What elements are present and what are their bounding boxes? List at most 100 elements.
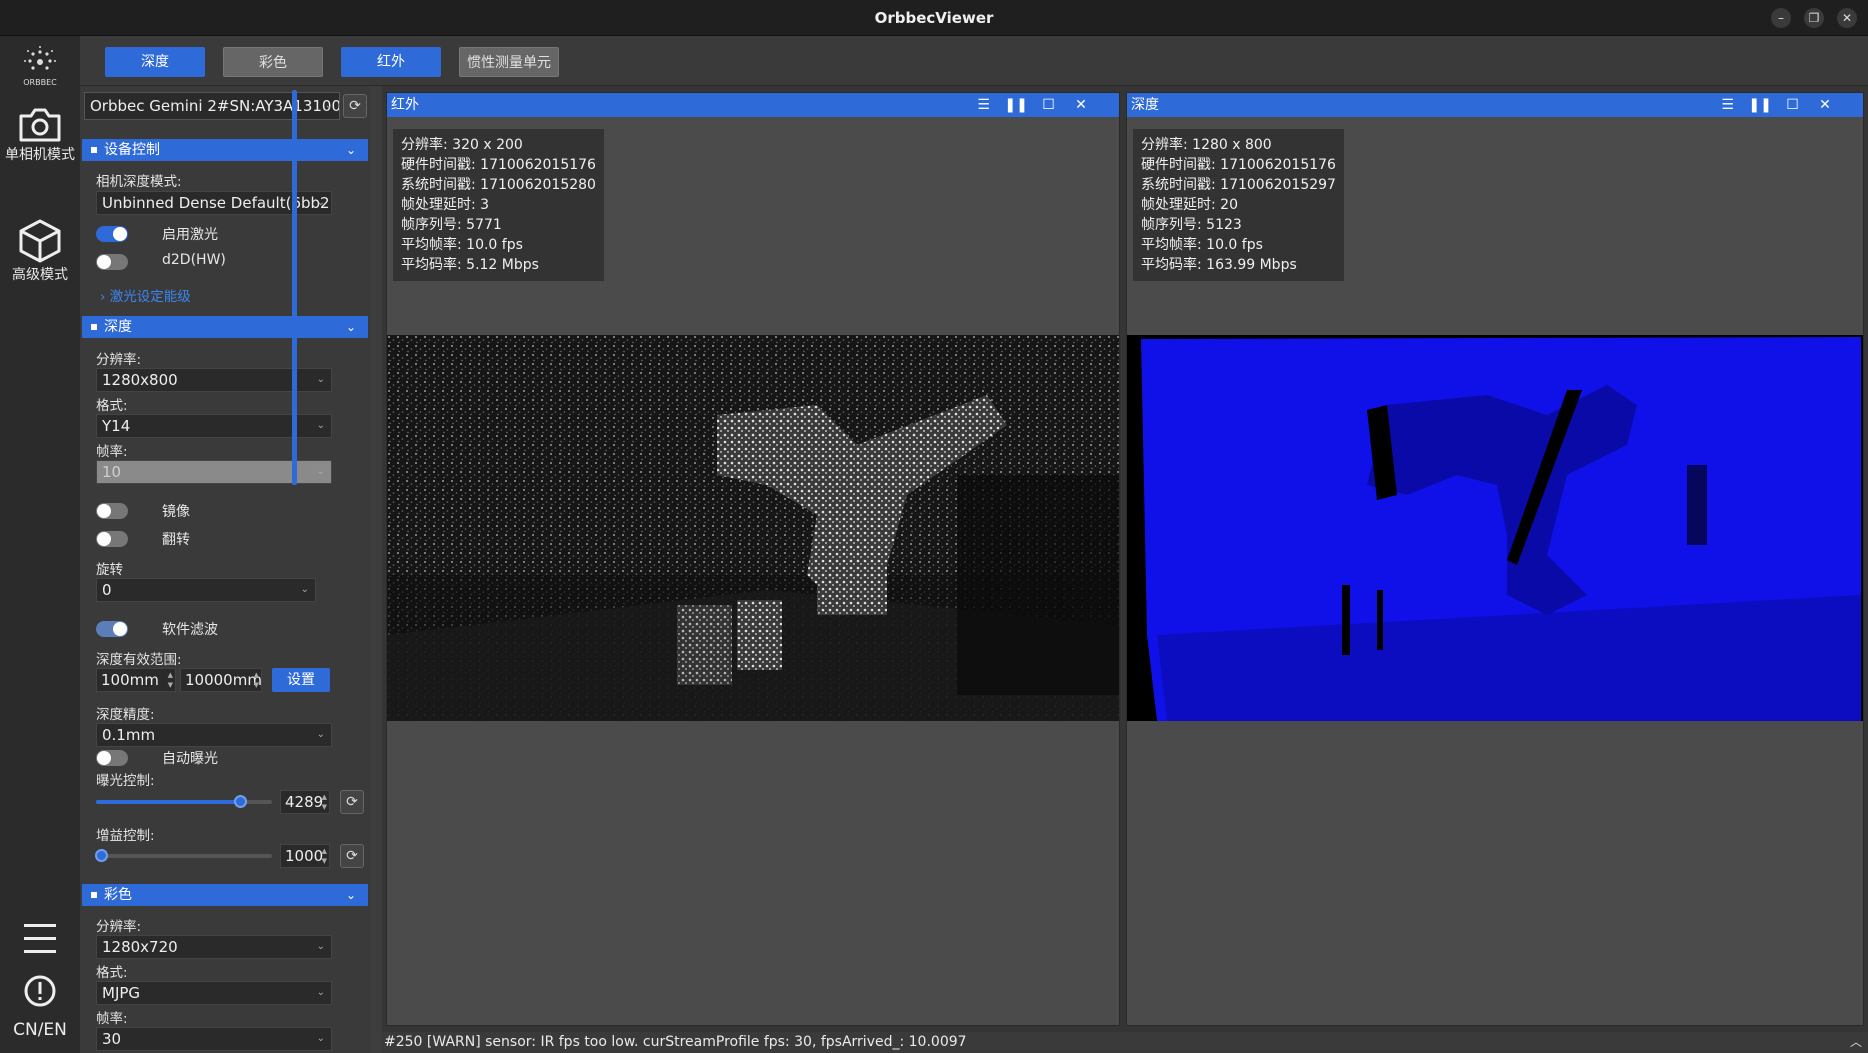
exposure-spinbox[interactable]: 4289 ▲ ▼ [280, 790, 330, 814]
soft-filter-toggle[interactable] [96, 621, 128, 637]
mirror-toggle[interactable] [96, 503, 128, 519]
info-icon[interactable] [0, 974, 80, 1008]
device-refresh-icon[interactable]: ⟳ [343, 94, 367, 118]
stat-frame-index: 帧序列号: 5771 [401, 217, 502, 233]
chevron-down-icon: ⌄ [316, 420, 325, 431]
advanced-mode-button[interactable]: 高级模式 [0, 218, 80, 284]
section-depth[interactable]: 深度 ⌄ [82, 316, 368, 338]
range-min-spinbox[interactable]: 100mm ▲ ▼ [96, 668, 176, 692]
spin-arrows-icon: ▲ ▼ [321, 847, 327, 865]
color-resolution-value: 1280x720 [102, 938, 178, 956]
section-device-control[interactable]: 设备控制 ⌄ [82, 139, 368, 161]
single-camera-mode-label: 单相机模式 [5, 147, 75, 163]
stat-latency: 帧处理延时: 20 [1141, 197, 1238, 213]
stat-hw-timestamp: 硬件时间戳: 1710062015176 [401, 157, 596, 173]
device-select-value: Orbbec Gemini 2#SN:AY3A13100€ [90, 97, 340, 115]
advanced-mode-label: 高级模式 [12, 267, 68, 283]
depth-mode-label: 相机深度模式: [96, 174, 182, 190]
maximize-button[interactable]: ❐ [1804, 8, 1824, 28]
chevron-down-icon: ⌄ [345, 143, 356, 157]
stat-hw-timestamp: 硬件时间戳: 1710062015176 [1141, 157, 1336, 173]
stat-resolution: 分辨率: 1280 x 800 [1141, 137, 1272, 153]
tab-infrared[interactable]: 红外 [341, 47, 441, 77]
depth-precision-value: 0.1mm [102, 726, 156, 744]
gain-reset-icon[interactable]: ⟳ [340, 844, 364, 868]
chevron-down-icon: ⌄ [316, 1033, 325, 1044]
maximize-icon[interactable]: ☐ [1779, 93, 1807, 117]
depth-format-label: 格式: [96, 398, 128, 414]
chevron-up-icon[interactable]: ︿ [1850, 1032, 1862, 1053]
single-camera-mode-button[interactable]: 单相机模式 [0, 106, 80, 164]
settings-sliders-icon[interactable]: ☰ [1714, 93, 1742, 117]
stat-latency: 帧处理延时: 3 [401, 197, 490, 213]
rotate-select[interactable]: 0 ⌄ [96, 578, 316, 602]
infrared-frame [387, 335, 1119, 721]
auto-exposure-toggle[interactable] [96, 750, 128, 766]
tab-imu[interactable]: 惯性测量单元 [459, 47, 559, 77]
stat-resolution: 分辨率: 320 x 200 [401, 137, 523, 153]
menu-icon[interactable] [0, 922, 80, 956]
exposure-slider-handle[interactable] [234, 795, 248, 808]
panel-scrollbar[interactable] [292, 90, 297, 485]
gain-spinbox[interactable]: 1000 ▲ ▼ [280, 844, 330, 868]
depth-fps-value: 10 [102, 463, 122, 481]
exposure-slider-fill [96, 800, 241, 804]
color-fps-value: 30 [102, 1030, 122, 1048]
range-min-value: 100mm [101, 671, 159, 689]
laser-level-link-label: 激光设定能级 [109, 289, 191, 305]
status-message: #250 [WARN] sensor: IR fps too low. curS… [384, 1034, 967, 1050]
set-range-button[interactable]: 设置 [272, 668, 330, 692]
tab-color[interactable]: 彩色 [223, 47, 323, 77]
exposure-value: 4289 [285, 793, 324, 811]
laser-toggle[interactable] [96, 226, 128, 242]
close-icon[interactable]: ✕ [1811, 93, 1839, 117]
soft-filter-label: 软件滤波 [162, 622, 218, 638]
pause-icon[interactable]: ❚❚ [1002, 93, 1030, 117]
maximize-icon[interactable]: ☐ [1035, 93, 1063, 117]
chevron-down-icon: ⌄ [316, 941, 325, 952]
stream-area: 红外 ☰ ❚❚ ☐ ✕ 分辨率: 320 x 200 硬件时间戳: 171006… [382, 86, 1868, 1032]
close-window-button[interactable]: ✕ [1837, 8, 1857, 28]
device-select[interactable]: Orbbec Gemini 2#SN:AY3A13100€ ⌄ [84, 92, 340, 120]
tab-depth[interactable]: 深度 [105, 47, 205, 77]
depth-precision-label: 深度精度: [96, 707, 155, 723]
chevron-down-icon: ⌄ [345, 320, 356, 334]
d2d-toggle[interactable] [96, 254, 128, 270]
section-color[interactable]: 彩色 ⌄ [82, 884, 368, 906]
settings-sliders-icon[interactable]: ☰ [970, 93, 998, 117]
language-toggle[interactable]: CN/EN [0, 1020, 80, 1040]
depth-resolution-label: 分辨率: [96, 352, 142, 368]
exposure-reset-icon[interactable]: ⟳ [340, 790, 364, 814]
mode-rail: ORBBEC 单相机模式 高级模式 CN/EN [0, 36, 80, 1053]
laser-level-link[interactable]: › 激光设定能级 [100, 285, 191, 305]
gain-label: 增益控制: [96, 828, 155, 844]
stat-avg-bitrate: 平均码率: 5.12 Mbps [401, 257, 539, 273]
pause-icon[interactable]: ❚❚ [1746, 93, 1774, 117]
stat-avg-fps: 平均帧率: 10.0 fps [401, 237, 523, 253]
chevron-down-icon: ⌄ [300, 584, 309, 595]
color-resolution-select[interactable]: 1280x720 ⌄ [96, 935, 332, 959]
depth-resolution-value: 1280x800 [102, 371, 178, 389]
flip-toggle[interactable] [96, 531, 128, 547]
range-max-spinbox[interactable]: 10000mm ▲ ▼ [180, 668, 262, 692]
exposure-slider[interactable] [96, 795, 272, 808]
color-fps-select[interactable]: 30 ⌄ [96, 1027, 332, 1051]
close-icon[interactable]: ✕ [1067, 93, 1095, 117]
section-color-title: 彩色 [104, 887, 132, 903]
cube-icon [19, 219, 61, 263]
orbbec-logo: ORBBEC [14, 44, 66, 90]
minimize-button[interactable]: – [1771, 8, 1791, 28]
infrared-view-header: 红外 ☰ ❚❚ ☐ ✕ [387, 93, 1119, 117]
rotate-label: 旋转 [96, 562, 123, 578]
chevron-down-icon: ⌄ [345, 888, 356, 902]
range-max-value: 10000mm [185, 671, 262, 689]
flip-label: 翻转 [162, 532, 190, 548]
gain-value: 1000 [285, 847, 324, 865]
depth-precision-select[interactable]: 0.1mm ⌄ [96, 723, 332, 747]
color-format-select[interactable]: MJPG ⌄ [96, 981, 332, 1005]
gain-slider[interactable] [95, 849, 272, 862]
auto-exposure-label: 自动曝光 [162, 751, 218, 767]
gain-slider-handle[interactable] [95, 849, 109, 862]
depth-stats: 分辨率: 1280 x 800 硬件时间戳: 1710062015176 系统时… [1133, 129, 1344, 281]
stat-sys-timestamp: 系统时间戳: 1710062015297 [1141, 177, 1336, 193]
